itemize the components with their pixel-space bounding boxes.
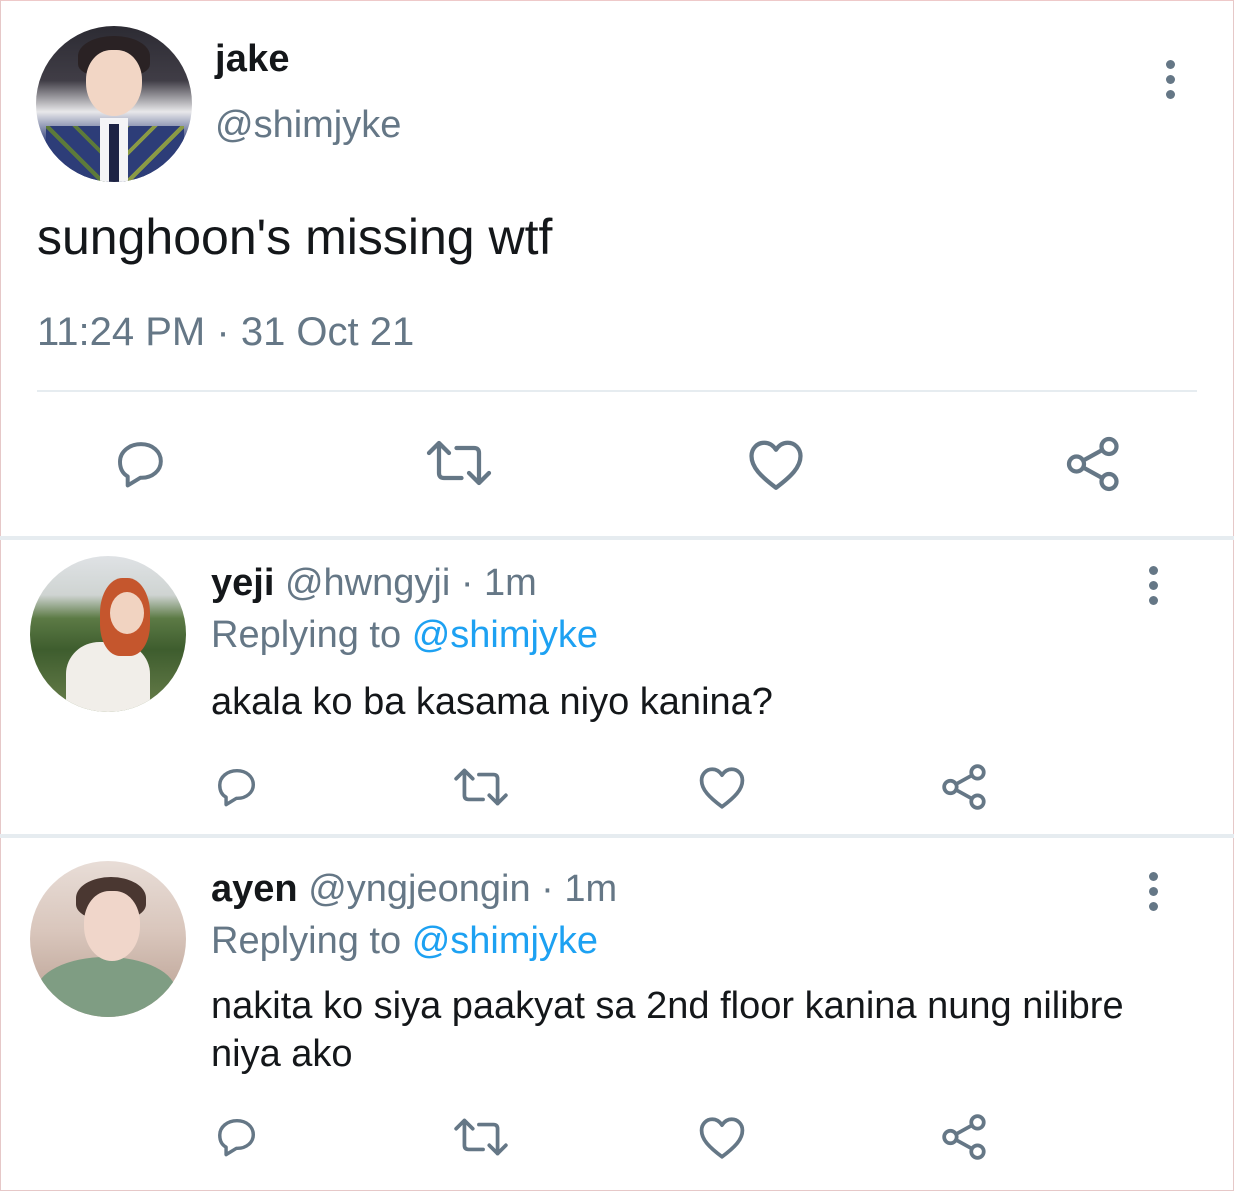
- reply-age: 1m: [484, 562, 537, 604]
- author-avatar[interactable]: [36, 26, 192, 182]
- retweet-icon[interactable]: [424, 438, 494, 488]
- tweet-date: 31 Oct 21: [240, 310, 415, 354]
- share-icon[interactable]: [1064, 434, 1124, 494]
- reply-author-name[interactable]: ayen: [211, 868, 298, 910]
- replying-to: Replying to @shimjyke: [211, 920, 598, 963]
- reply-author-handle[interactable]: @hwngyji: [285, 562, 450, 604]
- author-name[interactable]: jake: [215, 38, 290, 81]
- reply-header: ayen @yngjeongin · 1m: [211, 868, 617, 911]
- tweet-time: 11:24 PM: [37, 310, 206, 354]
- section-divider: [0, 536, 1234, 540]
- more-options-icon[interactable]: [1146, 566, 1160, 605]
- author-handle[interactable]: @shimjyke: [215, 104, 401, 147]
- more-options-icon[interactable]: [1163, 60, 1177, 99]
- meta-separator: ·: [216, 310, 230, 354]
- share-icon[interactable]: [940, 1112, 990, 1162]
- meta-separator: ·: [460, 562, 474, 604]
- section-divider: [0, 834, 1234, 838]
- retweet-icon[interactable]: [452, 766, 510, 808]
- reply-age: 1m: [564, 868, 618, 910]
- reply-text: akala ko ba kasama niyo kanina?: [211, 681, 773, 723]
- reply-icon[interactable]: [112, 436, 170, 492]
- meta-separator: ·: [541, 868, 554, 910]
- divider: [37, 390, 1197, 392]
- tweet-timestamp: 11:24 PM · 31 Oct 21: [37, 310, 414, 355]
- reply-header: yeji @hwngyji · 1m: [211, 562, 537, 605]
- tweet-text: sunghoon's missing wtf: [37, 209, 553, 265]
- like-icon[interactable]: [697, 1114, 747, 1160]
- more-options-icon[interactable]: [1146, 872, 1160, 911]
- retweet-icon[interactable]: [452, 1116, 510, 1158]
- reply-icon[interactable]: [214, 1114, 260, 1160]
- reply-avatar[interactable]: [30, 861, 186, 1017]
- like-icon[interactable]: [697, 764, 747, 810]
- share-icon[interactable]: [940, 762, 990, 812]
- replying-to-mention[interactable]: @shimjyke: [412, 614, 598, 656]
- reply-icon[interactable]: [214, 764, 260, 810]
- reply-avatar[interactable]: [30, 556, 186, 712]
- like-icon[interactable]: [746, 436, 806, 492]
- replying-to-label: Replying to: [211, 920, 402, 962]
- main-tweet: jake @shimjyke sunghoon's missing wtf 11…: [0, 0, 1234, 536]
- reply-author-name[interactable]: yeji: [211, 562, 274, 604]
- replying-to-mention[interactable]: @shimjyke: [412, 920, 598, 962]
- replying-to-label: Replying to: [211, 614, 402, 656]
- replying-to: Replying to @shimjyke: [211, 614, 598, 657]
- reply-text: nakita ko siya paakyat sa 2nd floor kani…: [211, 985, 1124, 1075]
- reply-author-handle[interactable]: @yngjeongin: [308, 868, 530, 910]
